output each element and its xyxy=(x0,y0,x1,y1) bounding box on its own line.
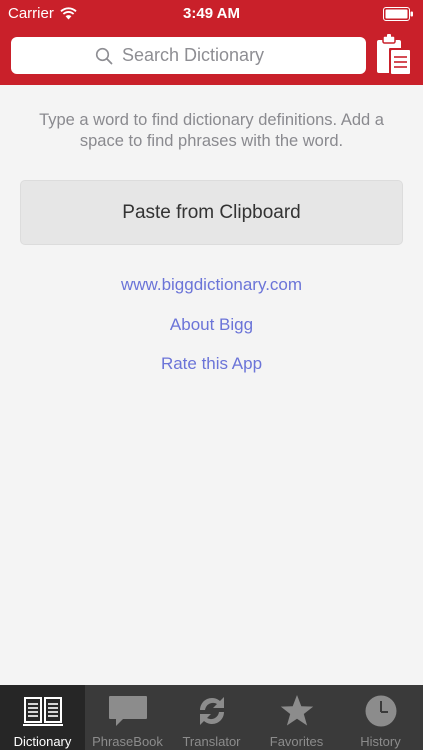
rate-app-link[interactable]: Rate this App xyxy=(0,354,423,374)
instructions-text: Type a word to find dictionary definitio… xyxy=(39,111,384,150)
paste-from-clipboard-button[interactable]: Paste from Clipboard xyxy=(20,180,403,245)
tab-label-phrasebook: PhraseBook xyxy=(92,734,163,749)
tab-history[interactable]: History xyxy=(338,685,423,750)
tab-dictionary[interactable]: Dictionary xyxy=(0,685,85,750)
tab-bar: Dictionary PhraseBook Translator Favorit… xyxy=(0,685,423,750)
tab-label-translator: Translator xyxy=(182,734,241,749)
clock-icon xyxy=(365,695,396,727)
website-link[interactable]: www.biggdictionary.com xyxy=(0,275,423,295)
about-link[interactable]: About Bigg xyxy=(0,315,423,335)
header: Carrier 3:49 AM xyxy=(0,0,423,85)
clipboard-icon[interactable] xyxy=(374,33,414,77)
status-time: 3:49 AM xyxy=(183,5,240,22)
star-icon xyxy=(280,695,313,726)
search-bar[interactable] xyxy=(11,37,366,74)
battery-icon xyxy=(383,7,413,21)
tab-phrasebook[interactable]: PhraseBook xyxy=(85,685,170,750)
tab-label-favorites: Favorites xyxy=(269,734,324,749)
tab-label-dictionary: Dictionary xyxy=(13,734,72,749)
translate-icon xyxy=(199,697,224,725)
search-input[interactable] xyxy=(122,45,282,66)
tab-translator[interactable]: Translator xyxy=(169,685,254,750)
speech-bubble-icon xyxy=(108,696,147,726)
search-icon xyxy=(95,47,113,64)
tab-favorites[interactable]: Favorites xyxy=(254,685,339,750)
tab-label-history: History xyxy=(360,734,401,749)
book-icon xyxy=(22,697,63,726)
status-bar: Carrier 3:49 AM xyxy=(0,0,423,28)
